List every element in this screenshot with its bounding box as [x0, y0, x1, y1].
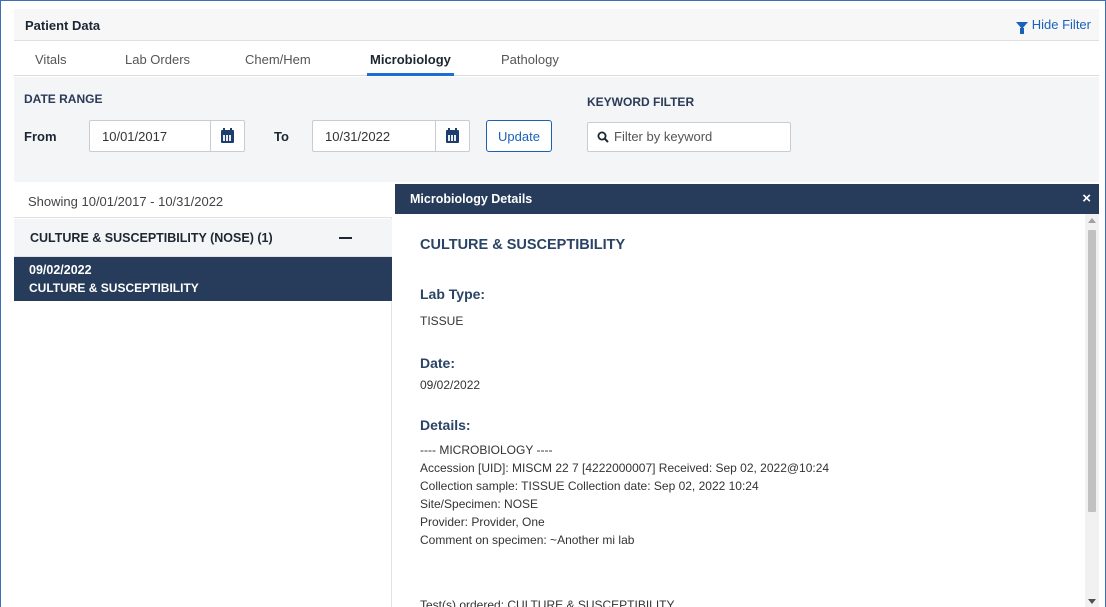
patient-data-window: Patient Data Hide Filter Vitals Lab Orde… — [0, 0, 1106, 607]
details-line: Site/Specimen: NOSE — [420, 497, 539, 511]
from-label: From — [24, 129, 57, 144]
group-title: CULTURE & SUSCEPTIBILITY (NOSE) (1) — [30, 231, 273, 245]
details-line: Comment on specimen: ~Another mi lab — [420, 533, 635, 547]
details-line: ---- MICROBIOLOGY ---- — [420, 443, 553, 457]
detail-header: Microbiology Details × — [395, 184, 1099, 214]
group-header[interactable]: CULTURE & SUSCEPTIBILITY (NOSE) (1) — [14, 219, 392, 257]
date-heading: Date: — [420, 355, 456, 371]
details-heading: Details: — [420, 417, 471, 433]
showing-range: Showing 10/01/2017 - 10/31/2022 — [14, 184, 392, 218]
calendar-icon — [446, 127, 459, 143]
tab-microbiology[interactable]: Microbiology — [367, 52, 454, 76]
keyword-filter-label: KEYWORD FILTER — [587, 95, 695, 109]
search-icon — [597, 131, 609, 143]
tab-pathology[interactable]: Pathology — [501, 52, 559, 67]
list-item-date: 09/02/2022 — [29, 263, 92, 277]
minus-icon[interactable] — [339, 237, 352, 239]
tab-chem-hem[interactable]: Chem/Hem — [245, 52, 311, 67]
scroll-up-icon[interactable] — [1088, 218, 1096, 223]
detail-content: CULTURE & SUSCEPTIBILITY Lab Type: TISSU… — [395, 214, 1085, 607]
calendar-icon — [221, 127, 234, 143]
details-line: Accession [UID]: MISCM 22 7 [4222000007]… — [420, 461, 830, 475]
keyword-filter-input[interactable] — [614, 129, 784, 144]
date-range-label: DATE RANGE — [24, 92, 103, 106]
from-date-field[interactable]: 10/01/2017 — [89, 120, 245, 152]
details-line: Collection sample: TISSUE Collection dat… — [420, 479, 759, 493]
to-date-value: 10/31/2022 — [325, 129, 391, 144]
list-item-name: CULTURE & SUSCEPTIBILITY — [29, 281, 199, 295]
tab-lab-orders[interactable]: Lab Orders — [125, 52, 190, 67]
page-title: Patient Data — [25, 18, 101, 33]
filter-area: DATE RANGE From 10/01/2017 To 10/31/2022… — [14, 77, 1099, 182]
details-line: Provider: Provider, One — [420, 515, 545, 529]
detail-panel: Microbiology Details × CULTURE & SUSCEPT… — [395, 184, 1099, 607]
update-button[interactable]: Update — [486, 120, 552, 152]
to-calendar-button[interactable] — [435, 121, 469, 151]
date-value: 09/02/2022 — [420, 378, 481, 392]
results-list-panel: Showing 10/01/2017 - 10/31/2022 CULTURE … — [14, 184, 392, 607]
lab-type-value: TISSUE — [420, 314, 464, 328]
detail-header-title: Microbiology Details — [410, 192, 533, 206]
from-date-value: 10/01/2017 — [102, 129, 168, 144]
tests-ordered-line: Test(s) ordered: CULTURE & SUSCEPTIBILIT… — [420, 598, 675, 607]
list-item[interactable]: 09/02/2022 CULTURE & SUSCEPTIBILITY — [14, 257, 392, 301]
detail-scrollbar[interactable] — [1085, 214, 1099, 607]
detail-title: CULTURE & SUSCEPTIBILITY — [420, 237, 626, 253]
panel-header: Patient Data Hide Filter — [14, 9, 1099, 41]
funnel-icon — [1015, 22, 1028, 34]
hide-filter-label: Hide Filter — [1031, 17, 1091, 32]
to-label: To — [274, 129, 289, 144]
hide-filter-link[interactable]: Hide Filter — [1015, 17, 1091, 34]
showing-range-text: Showing 10/01/2017 - 10/31/2022 — [28, 194, 224, 209]
to-date-field[interactable]: 10/31/2022 — [312, 120, 470, 152]
from-calendar-button[interactable] — [210, 121, 244, 151]
keyword-filter-field[interactable] — [587, 122, 791, 152]
lab-type-heading: Lab Type: — [420, 286, 486, 302]
tab-bar: Vitals Lab Orders Chem/Hem Microbiology … — [14, 42, 1099, 76]
tab-vitals[interactable]: Vitals — [35, 52, 67, 67]
close-icon[interactable]: × — [1082, 190, 1091, 207]
scroll-thumb[interactable] — [1088, 230, 1096, 512]
scroll-down-icon[interactable] — [1088, 599, 1096, 604]
